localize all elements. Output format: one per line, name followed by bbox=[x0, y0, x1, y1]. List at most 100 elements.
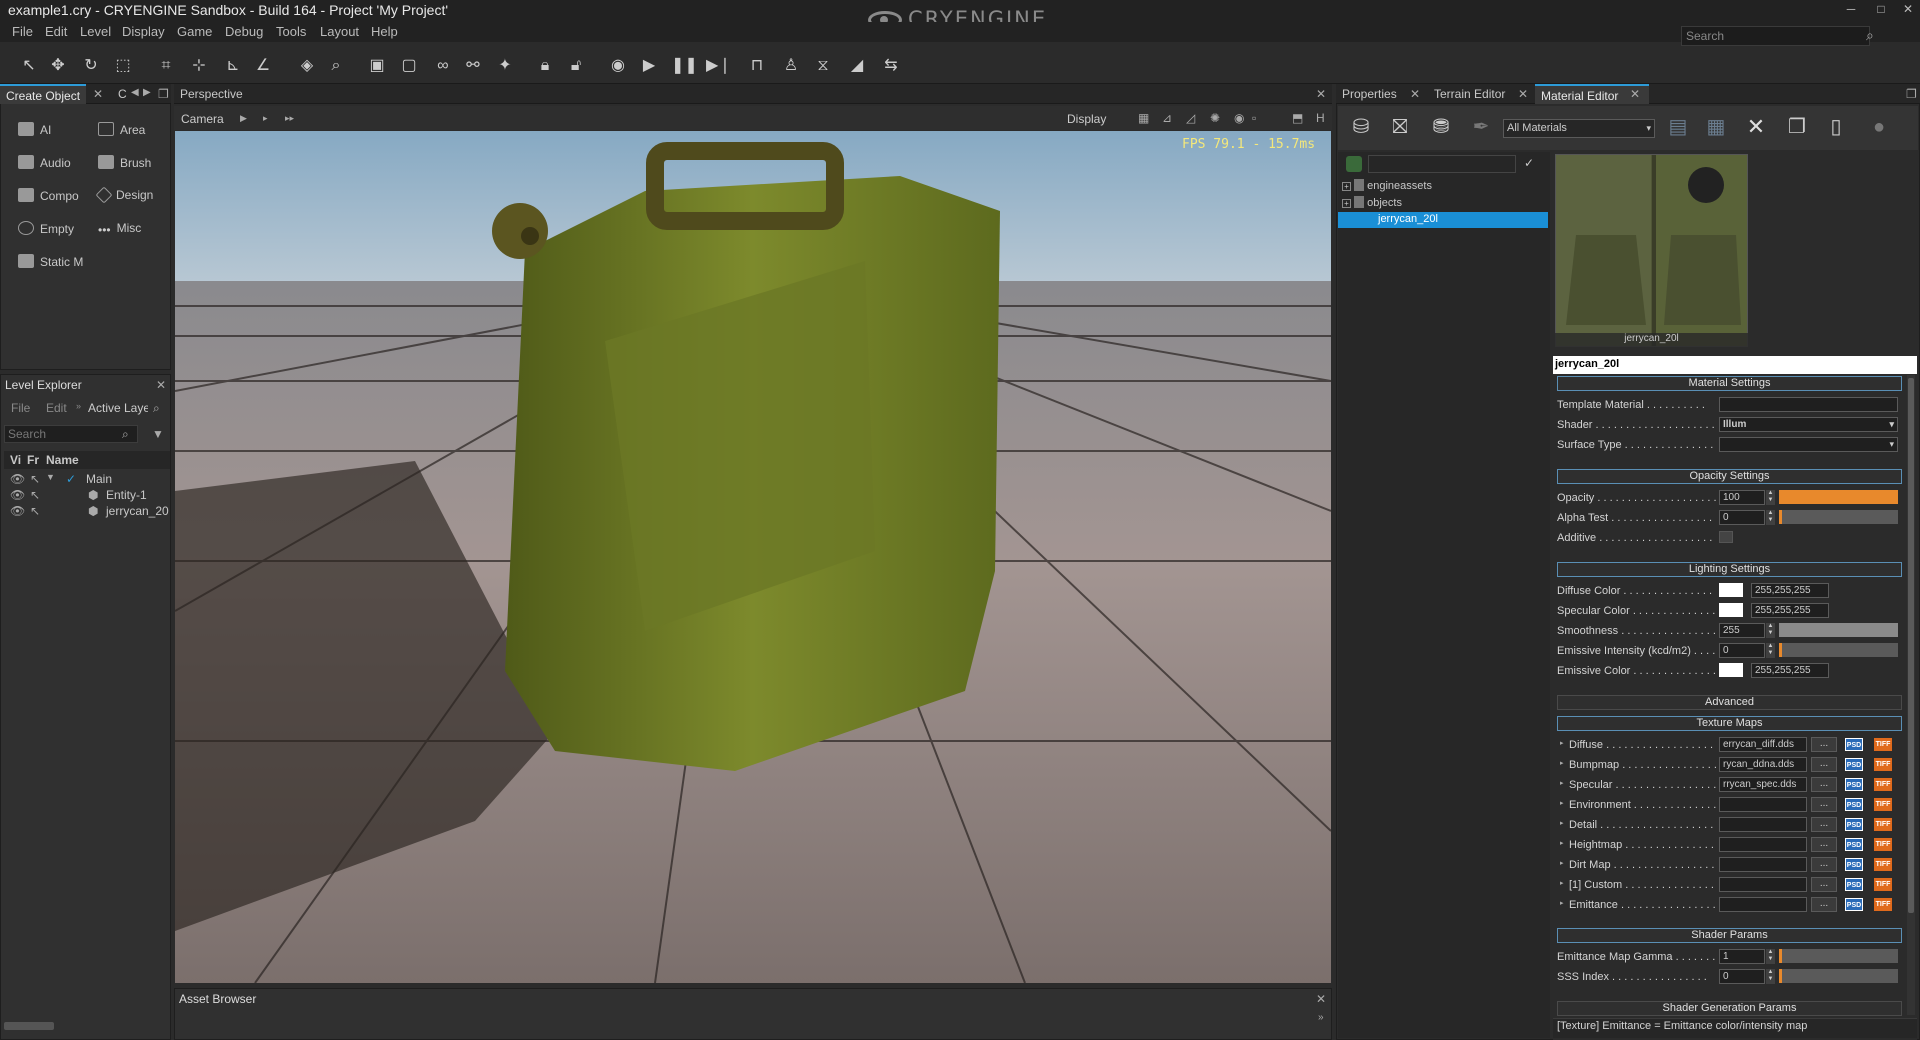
diffuse-open-psd-icon[interactable]: PSD bbox=[1845, 738, 1863, 751]
selected-tree-row[interactable] bbox=[1338, 212, 1548, 228]
dirt-map-open-psd-icon[interactable]: PSD bbox=[1845, 858, 1863, 871]
tab-scroll-right-icon[interactable]: ▶ bbox=[143, 87, 151, 98]
material-filter-select[interactable]: All Materials ▾ bbox=[1503, 119, 1655, 138]
unlink-icon[interactable]: ⚯ bbox=[462, 56, 484, 76]
tab-properties[interactable]: Properties bbox=[1336, 84, 1403, 104]
material-search-input[interactable] bbox=[1368, 155, 1516, 173]
move-tool-icon[interactable]: ✥ bbox=[47, 56, 69, 76]
specular-open-psd-icon[interactable]: PSD bbox=[1845, 778, 1863, 791]
close-viewport-icon[interactable]: ✕ bbox=[1316, 87, 1326, 101]
search-icon[interactable]: ⌕ bbox=[1866, 27, 1874, 44]
section-advanced[interactable]: Advanced bbox=[1557, 695, 1902, 710]
tab-perspective[interactable]: Perspective bbox=[174, 84, 249, 104]
heightmap-browse-button[interactable]: ... bbox=[1811, 837, 1837, 852]
scale-toggle-icon[interactable]: ◿ bbox=[1186, 111, 1195, 125]
environment-browse-button[interactable]: ... bbox=[1811, 797, 1837, 812]
create-empty-button[interactable]: Empty bbox=[18, 221, 74, 236]
viewport-scene[interactable] bbox=[175, 131, 1331, 983]
freeze-cursor-icon[interactable]: ↖ bbox=[30, 472, 40, 486]
create-ai-button[interactable]: AI bbox=[18, 122, 51, 137]
close-properties-tab-icon[interactable]: ✕ bbox=[1410, 87, 1420, 101]
sync-icon[interactable]: ⇆ bbox=[880, 56, 902, 76]
diffuse-open-tif-icon[interactable]: TIFF bbox=[1874, 738, 1892, 751]
expand-arrow-icon[interactable]: ▼ bbox=[46, 472, 55, 482]
create-static-mesh-button[interactable]: Static M bbox=[18, 254, 84, 269]
detail-map-field[interactable] bbox=[1719, 817, 1807, 832]
create-designer-button[interactable]: Design bbox=[95, 186, 153, 204]
column-name[interactable]: Name bbox=[46, 453, 79, 467]
section-opacity-settings[interactable]: Opacity Settings bbox=[1557, 469, 1902, 484]
column-visible[interactable]: Vi bbox=[10, 453, 21, 467]
section-material-settings[interactable]: Material Settings bbox=[1557, 376, 1902, 391]
diffuse-map-field[interactable]: errycan_diff.dds bbox=[1719, 737, 1807, 752]
ai-physics-icon[interactable]: ⊓ bbox=[746, 56, 768, 76]
create-brush-button[interactable]: Brush bbox=[98, 155, 151, 170]
emissive-intensity-field[interactable]: 0 bbox=[1719, 643, 1765, 658]
zoom-icon[interactable]: ⌕ bbox=[325, 56, 347, 76]
select-box-icon[interactable]: ▣ bbox=[366, 56, 388, 76]
emittance-map-field[interactable] bbox=[1719, 897, 1807, 912]
custom-map-field[interactable] bbox=[1719, 877, 1807, 892]
snap-angle-icon[interactable]: ∠ bbox=[252, 56, 274, 76]
property-scrollbar-thumb[interactable] bbox=[1908, 378, 1914, 913]
emittance-open-tif-icon[interactable]: TIFF bbox=[1874, 898, 1892, 911]
emissive-color-swatch[interactable] bbox=[1719, 663, 1743, 677]
tab-collapsed[interactable]: C bbox=[112, 84, 133, 104]
apply-filter-check-icon[interactable]: ✓ bbox=[1524, 156, 1534, 170]
sss-index-field[interactable]: 0 bbox=[1719, 969, 1765, 984]
reset-material-icon[interactable]: ⛃ bbox=[1430, 117, 1452, 137]
create-component-button[interactable]: Compo bbox=[18, 188, 84, 203]
snap-vertex-icon[interactable]: ⊹ bbox=[188, 56, 210, 76]
close-window-button[interactable]: ✕ bbox=[1899, 2, 1917, 18]
close-terrain-tab-icon[interactable]: ✕ bbox=[1518, 87, 1528, 101]
asset-browser-overflow-icon[interactable]: » bbox=[1318, 1012, 1324, 1023]
camera-forward-icon[interactable]: ▸ bbox=[263, 113, 268, 124]
bumpmap-map-field[interactable]: rycan_ddna.dds bbox=[1719, 757, 1807, 772]
menu-game[interactable]: Game bbox=[177, 24, 212, 39]
expand-arrow-icon[interactable]: ▸ bbox=[1560, 819, 1564, 827]
create-misc-button[interactable]: ••• Misc bbox=[98, 221, 141, 237]
menu-edit[interactable]: Edit bbox=[45, 24, 67, 39]
detail-open-tif-icon[interactable]: TIFF bbox=[1874, 818, 1892, 831]
specular-color-field[interactable]: 255,255,255 bbox=[1751, 603, 1829, 618]
table-row[interactable]: 👁︎ ↖ ⬢ Entity-1 bbox=[4, 488, 170, 504]
heightmap-map-field[interactable] bbox=[1719, 837, 1807, 852]
surface-type-select[interactable]: ▾ bbox=[1719, 437, 1898, 452]
expand-arrow-icon[interactable]: ▸ bbox=[1560, 839, 1564, 847]
bumpmap-open-psd-icon[interactable]: PSD bbox=[1845, 758, 1863, 771]
custom-open-tif-icon[interactable]: TIFF bbox=[1874, 878, 1892, 891]
custom-browse-button[interactable]: ... bbox=[1811, 877, 1837, 892]
active-layer-menu[interactable]: Active Laye bbox=[88, 401, 148, 415]
create-audio-button[interactable]: Audio bbox=[18, 155, 71, 170]
height-icon[interactable]: H bbox=[1316, 111, 1325, 125]
environment-open-psd-icon[interactable]: PSD bbox=[1845, 798, 1863, 811]
dirt-map-open-tif-icon[interactable]: TIFF bbox=[1874, 858, 1892, 871]
pick-material-icon[interactable]: ✒ bbox=[1470, 117, 1492, 137]
diffuse-browse-button[interactable]: ... bbox=[1811, 737, 1837, 752]
heightmap-open-tif-icon[interactable]: TIFF bbox=[1874, 838, 1892, 851]
tab-create-object[interactable]: Create Object bbox=[0, 84, 87, 104]
create-area-button[interactable]: Area bbox=[98, 122, 145, 137]
specular-map-field[interactable]: rrycan_spec.dds bbox=[1719, 777, 1807, 792]
smoothness-slider[interactable] bbox=[1779, 623, 1898, 637]
menu-layout[interactable]: Layout bbox=[320, 24, 359, 39]
tree-item[interactable]: + engineassets bbox=[1342, 179, 1432, 192]
minimize-button[interactable]: ─ bbox=[1842, 2, 1860, 18]
menu-file[interactable]: File bbox=[12, 24, 33, 39]
camera-icon[interactable]: ◉ bbox=[607, 56, 629, 76]
record-icon[interactable]: ◉ bbox=[1234, 111, 1244, 125]
expand-plus-icon[interactable]: + bbox=[1342, 199, 1351, 208]
step-icon[interactable]: ▶❘ bbox=[706, 56, 732, 76]
display-menu[interactable]: Display bbox=[1067, 112, 1106, 126]
emittance-gamma-spinner[interactable]: ▲ ▼ bbox=[1766, 949, 1775, 964]
opacity-slider[interactable] bbox=[1779, 490, 1898, 504]
new-material-icon[interactable]: ▤ bbox=[1667, 117, 1689, 137]
heightmap-open-psd-icon[interactable]: PSD bbox=[1845, 838, 1863, 851]
table-row[interactable]: 👁︎ ↖ ⬢ jerrycan_20 bbox=[4, 504, 170, 520]
link-icon[interactable]: ∞ bbox=[432, 56, 454, 76]
emittance-browse-button[interactable]: ... bbox=[1811, 897, 1837, 912]
additive-checkbox[interactable] bbox=[1719, 531, 1733, 543]
emittance-gamma-slider[interactable] bbox=[1779, 949, 1898, 963]
add-material-icon[interactable]: ⛁ bbox=[1350, 117, 1372, 137]
refresh-tree-icon[interactable] bbox=[1346, 156, 1362, 172]
